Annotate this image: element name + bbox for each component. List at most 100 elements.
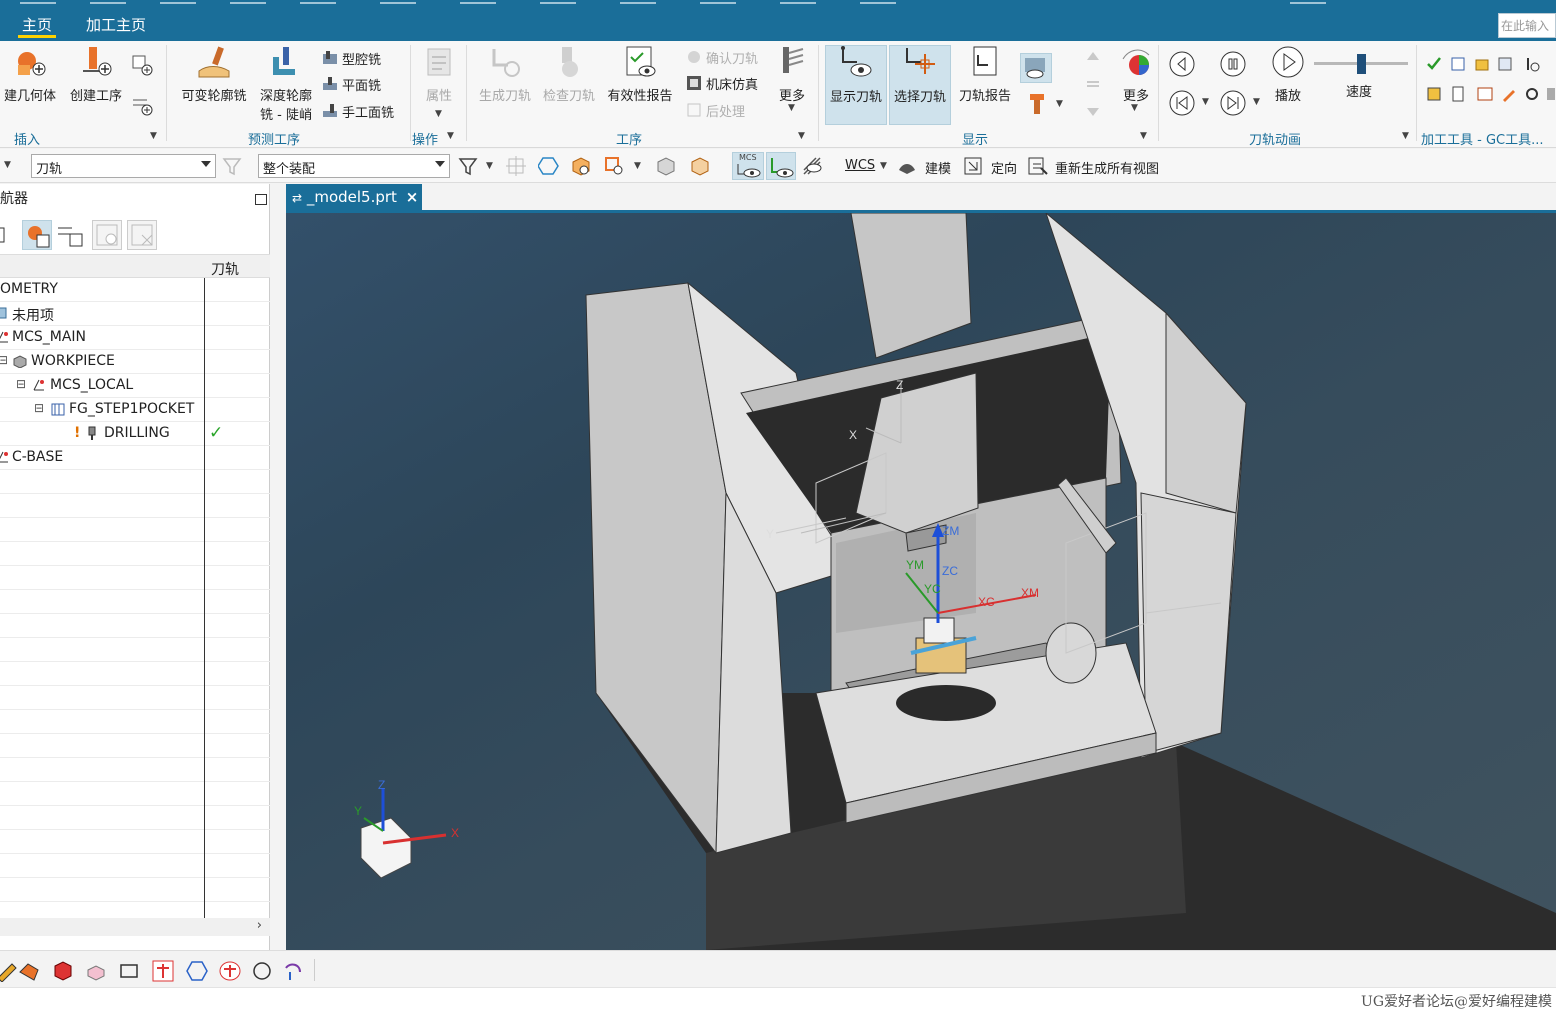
create-program-button[interactable] [131,51,153,76]
layers-button[interactable] [1085,73,1105,95]
fast-forward-button[interactable] [1219,89,1247,117]
select-path-button[interactable]: 选择刀轨 [889,45,951,125]
tree-row[interactable]: ! DRILLING ✓ [0,422,270,446]
tree-row[interactable]: ⊟ FG_STEP1POCKET [0,398,270,422]
tree-row[interactable]: OMETRY [0,278,270,302]
column-path-header[interactable]: 刀轨 [211,259,239,279]
confirm-path-button[interactable]: 确认刀轨 [686,46,758,68]
display-more-button[interactable]: 更多 [1116,45,1156,125]
display-toggle-button[interactable] [1020,53,1052,83]
orient-label[interactable]: 定向 [991,158,1017,177]
wireframe-view-icon[interactable] [689,156,711,176]
tool-extra-button[interactable] [1546,83,1556,105]
tool-folder-button[interactable] [1474,53,1494,75]
search-input[interactable]: 在此输入 [1498,13,1556,38]
fast-forward-dropdown-icon[interactable]: ▼ [1253,97,1260,107]
rectangle-icon[interactable] [119,960,141,982]
pink-block-icon[interactable] [85,960,107,982]
red-block-icon[interactable] [52,960,74,982]
geometry-select-icon[interactable] [18,960,40,982]
method-view-button[interactable] [56,220,86,250]
wcs-dropdown-icon[interactable]: ▼ [880,161,887,171]
machine-sim-button[interactable]: 机床仿真 [686,72,758,94]
orient-icon[interactable] [963,156,985,176]
show-path-button[interactable]: 显示刀轨 [825,45,887,125]
face-select-dropdown-icon[interactable]: ▼ [634,161,641,171]
type-filter-combo[interactable]: 刀轨 [31,154,216,178]
circle-icon[interactable] [251,960,273,982]
tree-row[interactable]: ⊟ WORKPIECE [0,350,270,374]
hexagon-icon[interactable] [538,156,560,176]
regenerate-views-icon[interactable] [1027,156,1049,176]
operation-dropdown-icon[interactable]: ▼ [798,131,805,141]
tool-list-button[interactable] [1450,53,1470,75]
operate-dropdown-icon[interactable]: ▼ [447,131,454,141]
cavity-mill-button[interactable]: 型腔铣 [322,47,381,69]
tree-row[interactable]: ⊟ MCS_LOCAL [0,374,270,398]
verify-path-button[interactable]: 检查刀轨 [538,45,600,125]
tool-settings-button[interactable] [1524,83,1544,105]
assembly-scope-combo[interactable]: 整个装配 [258,154,450,178]
hide-all-icon[interactable] [802,156,824,176]
modeling-icon[interactable] [897,156,919,176]
horizontal-scrollbar[interactable]: › [0,918,270,936]
generate-path-button[interactable]: 生成刀轨 [474,45,536,125]
hexagon-outline-icon[interactable] [186,960,208,982]
filter-reset-icon[interactable] [222,156,244,176]
step-back-button[interactable] [1168,50,1196,78]
display-dropdown-icon[interactable]: ▼ [1140,131,1147,141]
operation-more-dropdown-icon[interactable]: ▼ [788,103,795,113]
cut-alt-icon[interactable] [219,960,241,982]
selection-filter-dropdown-icon[interactable]: ▼ [486,161,493,171]
path-report-button[interactable]: 刀轨报告 [954,45,1016,125]
tab-model-file[interactable]: ⇄ _model5.prt × [286,184,422,211]
rewind-button[interactable] [1168,89,1196,117]
depth-contour-button[interactable]: 深度轮廓 铣 - 陡峭 [254,45,318,125]
shaded-view-icon[interactable] [655,156,677,176]
up-arrow-button[interactable] [1085,47,1105,69]
tree-row[interactable]: 未用项 [0,302,270,326]
create-method-button[interactable] [131,91,153,116]
collapse-icon[interactable]: ⊟ [16,377,26,391]
tool-export-button[interactable] [1497,53,1517,75]
animation-dropdown-icon[interactable]: ▼ [1402,131,1409,141]
post-process-button[interactable]: 后处理 [686,99,745,121]
body-select-icon[interactable] [570,156,592,176]
tool-edit-button[interactable] [1501,83,1521,105]
scroll-right-icon[interactable]: › [257,918,262,933]
graphics-viewport[interactable]: ZM ZC YM YC XC XM X Y Z X Y Z [286,213,1556,950]
variable-contour-button[interactable]: 可变轮廓铣 [178,45,250,125]
cut-icon[interactable] [152,960,174,982]
collapse-icon[interactable]: ⊟ [34,401,44,415]
tool-page-button[interactable] [1450,83,1470,105]
regenerate-views-label[interactable]: 重新生成所有视图 [1055,158,1159,177]
collapse-icon[interactable]: ⊟ [0,353,8,367]
rewind-dropdown-icon[interactable]: ▼ [1202,97,1209,107]
pause-button[interactable] [1219,50,1247,78]
slider-thumb[interactable] [1357,54,1366,74]
down-arrow-button[interactable] [1085,99,1105,121]
tab-machining-home[interactable]: 加工主页 [82,12,150,38]
manual-face-mill-button[interactable]: 手工面铣 [322,100,394,122]
path-display-button[interactable] [766,152,796,180]
tool-table-button[interactable] [1477,83,1497,105]
tree-row[interactable]: MCS_MAIN [0,326,270,350]
snap-point-icon[interactable] [506,156,528,176]
remove-item-button[interactable] [127,220,157,250]
menu-dropdown-icon[interactable]: ▼ [4,160,11,170]
tab-home[interactable]: 主页 [18,12,57,38]
properties-dropdown-icon[interactable]: ▼ [435,109,442,119]
create-geometry-button[interactable]: 建几何体 [0,45,60,125]
face-mill-button[interactable]: 平面铣 [322,73,381,95]
geometry-view-button[interactable] [22,220,52,250]
display-more-dropdown-icon[interactable]: ▼ [1131,103,1138,113]
tool-display-dropdown-icon[interactable]: ▼ [1056,99,1063,109]
close-icon[interactable]: × [406,188,419,206]
face-select-icon[interactable] [604,156,626,176]
speed-slider[interactable] [1314,53,1408,75]
arc-icon[interactable] [282,960,304,982]
play-button[interactable]: 播放 [1266,45,1310,125]
tree-row[interactable]: C-BASE [0,446,270,470]
validity-report-button[interactable]: 有效性报告 [602,45,678,125]
maximize-icon[interactable] [255,194,267,205]
